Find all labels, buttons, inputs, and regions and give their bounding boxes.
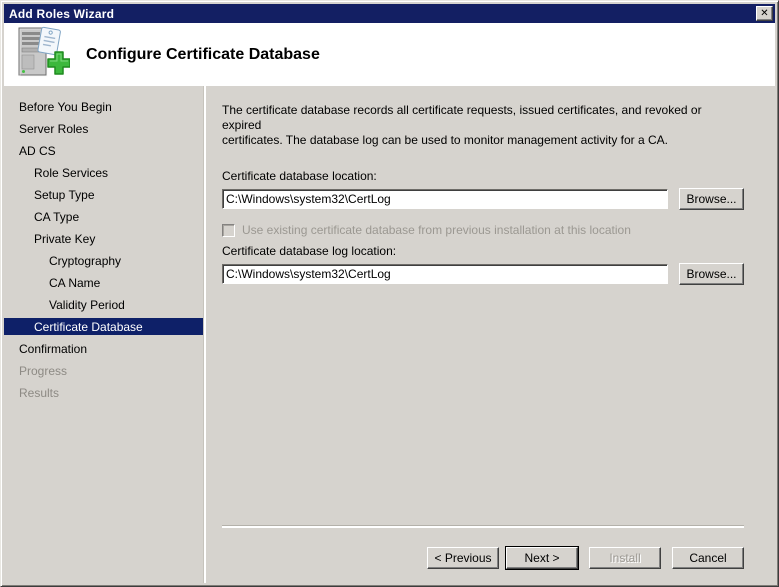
window-title: Add Roles Wizard [9,6,115,21]
step-label: Before You Begin [19,100,112,114]
step-label: Confirmation [19,342,88,356]
log-location-row: Browse... [222,263,744,285]
sidebar-item-cryptography: Cryptography [4,250,204,272]
wizard-header: Configure Certificate Database [4,23,775,86]
page-description: The certificate database records all cer… [222,103,702,147]
sidebar-item-role-services: Role Services [4,162,204,184]
sidebar-item-confirmation: Confirmation [4,338,204,360]
step-label: Server Roles [19,122,89,136]
install-button[interactable]: Install [589,547,661,569]
main-content: The certificate database records all cer… [206,86,775,583]
next-button[interactable]: Next > [506,547,578,569]
sidebar-item-setup-type: Setup Type [4,184,204,206]
step-label: Private Key [34,232,96,246]
db-location-input[interactable] [222,189,668,209]
step-label: Setup Type [34,188,95,202]
wizard-footer: < Previous Next > Install Cancel [222,528,744,583]
step-label: CA Type [34,210,80,224]
log-location-label: Certificate database log location: [222,244,397,258]
use-existing-db-label: Use existing certificate database from p… [242,223,631,237]
step-label: Cryptography [49,254,122,268]
cancel-button[interactable]: Cancel [672,547,744,569]
sidebar-item-ad-cs: AD CS [4,140,204,162]
step-label: Role Services [34,166,109,180]
log-location-input[interactable] [222,264,668,284]
db-location-browse-button[interactable]: Browse... [679,188,744,210]
wizard-body: Before You Begin Server Roles AD CS Role… [4,86,775,583]
sidebar-item-server-roles: Server Roles [4,118,204,140]
step-label: Validity Period [49,298,125,312]
add-roles-wizard-window: Add Roles Wizard ✕ Configure Certificate… [0,0,779,587]
server-add-certificate-icon [18,26,70,76]
sidebar-item-ca-type: CA Type [4,206,204,228]
sidebar-item-validity-period: Validity Period [4,294,204,316]
sidebar-item-certificate-database-current: Certificate Database [4,318,204,335]
use-existing-db-checkbox[interactable] [222,223,235,237]
log-location-browse-button[interactable]: Browse... [679,263,744,285]
step-label: Progress [19,364,68,378]
step-label: AD CS [19,144,56,158]
step-label: CA Name [49,276,101,290]
close-button[interactable]: ✕ [756,6,773,21]
sidebar-item-progress: Progress [4,360,204,382]
page-title: Configure Certificate Database [86,45,320,63]
sidebar-item-ca-name: CA Name [4,272,204,294]
sidebar-item-before-you-begin: Before You Begin [4,96,204,118]
db-location-label: Certificate database location: [222,169,377,183]
previous-button[interactable]: < Previous [427,547,499,569]
sidebar-item-results: Results [4,382,204,404]
wizard-steps-sidebar: Before You Begin Server Roles AD CS Role… [4,86,204,583]
close-icon: ✕ [760,7,769,19]
step-label: Certificate Database [34,319,143,334]
use-existing-db-row: Use existing certificate database from p… [222,223,744,237]
db-location-row: Browse... [222,188,744,210]
sidebar-item-private-key: Private Key [4,228,204,250]
titlebar: Add Roles Wizard ✕ [4,4,775,23]
step-label: Results [19,386,60,400]
